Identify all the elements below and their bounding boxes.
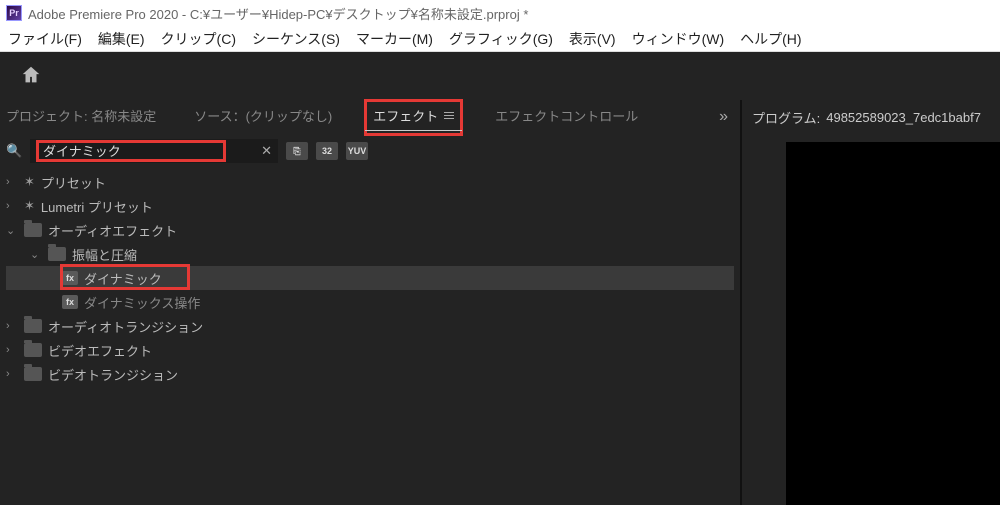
folder-icon xyxy=(24,319,42,333)
tree-lumetri-presets[interactable]: ›✶ Lumetri プリセット xyxy=(6,194,734,218)
program-panel-tab[interactable]: プログラム: 49852589023_7edc1babf7 xyxy=(742,100,1000,134)
folder-icon xyxy=(24,343,42,357)
menu-graphic[interactable]: グラフィック(G) xyxy=(449,29,553,49)
tree-video-transitions[interactable]: › ビデオトランジション xyxy=(6,362,734,386)
menu-bar: ファイル(F) 編集(E) クリップ(C) シーケンス(S) マーカー(M) グ… xyxy=(0,26,1000,52)
tree-dynamic-effect[interactable]: fx ダイナミック xyxy=(6,266,734,290)
program-monitor-canvas xyxy=(786,142,1000,505)
accelerated-filter-icon[interactable]: ⎘ xyxy=(286,142,308,160)
tab-source[interactable]: ソース：(クリップなし) xyxy=(188,102,338,133)
tree-audio-effects[interactable]: ⌄ オーディオエフェクト xyxy=(6,218,734,242)
effects-tree: ›✶ プリセット ›✶ Lumetri プリセット ⌄ オーディオエフェクト ⌄ xyxy=(0,168,740,505)
folder-icon xyxy=(24,367,42,381)
tree-amplitude-compression[interactable]: ⌄ 振幅と圧縮 xyxy=(6,242,734,266)
menu-marker[interactable]: マーカー(M) xyxy=(356,29,433,49)
effects-search-row: 🔍 ✕ ⎘ 32 YUV xyxy=(0,134,740,168)
menu-help[interactable]: ヘルプ(H) xyxy=(740,29,801,49)
tree-audio-transitions[interactable]: › オーディオトランジション xyxy=(6,314,734,338)
preset-star-icon: ✶ xyxy=(24,174,35,190)
home-icon[interactable] xyxy=(20,64,42,89)
menu-edit[interactable]: 編集(E) xyxy=(98,29,145,49)
32bit-filter-icon[interactable]: 32 xyxy=(316,142,338,160)
left-panel-tabs: プロジェクト: 名称未設定 ソース：(クリップなし) エフェクト エフェクトコン… xyxy=(0,100,740,134)
tree-dynamics-operation[interactable]: fx ダイナミックス操作 xyxy=(6,290,734,314)
app-title: Adobe Premiere Pro 2020 - C:¥ユーザー¥Hidep-… xyxy=(28,4,528,23)
app-logo-icon: Pr xyxy=(6,5,22,21)
effects-search-input-wrap[interactable]: ✕ xyxy=(30,139,278,163)
preset-star-icon: ✶ xyxy=(24,198,35,214)
effect-preset-icon: fx xyxy=(62,295,78,309)
effects-panel: 🔍 ✕ ⎘ 32 YUV ›✶ xyxy=(0,134,740,505)
folder-icon xyxy=(24,223,42,237)
search-icon: 🔍 xyxy=(6,143,22,159)
menu-clip[interactable]: クリップ(C) xyxy=(161,29,236,49)
effects-search-input[interactable] xyxy=(43,143,219,158)
workspace-bar xyxy=(0,52,1000,100)
tree-presets[interactable]: ›✶ プリセット xyxy=(6,170,734,194)
menu-window[interactable]: ウィンドウ(W) xyxy=(632,29,725,49)
tree-video-effects[interactable]: › ビデオエフェクト xyxy=(6,338,734,362)
yuv-filter-icon[interactable]: YUV xyxy=(346,142,368,160)
effects-filter-icons: ⎘ 32 YUV xyxy=(286,142,368,160)
menu-file[interactable]: ファイル(F) xyxy=(8,29,82,49)
overflow-tabs-icon[interactable]: » xyxy=(719,108,736,126)
panel-menu-icon[interactable] xyxy=(444,112,454,119)
tab-project[interactable]: プロジェクト: 名称未設定 xyxy=(0,102,162,133)
folder-icon xyxy=(48,247,66,261)
tab-effect-controls[interactable]: エフェクトコントロール xyxy=(489,102,644,133)
window-titlebar: Pr Adobe Premiere Pro 2020 - C:¥ユーザー¥Hid… xyxy=(0,0,1000,26)
menu-view[interactable]: 表示(V) xyxy=(569,29,616,49)
clear-search-icon[interactable]: ✕ xyxy=(261,143,272,159)
menu-sequence[interactable]: シーケンス(S) xyxy=(252,29,340,49)
program-monitor[interactable] xyxy=(786,142,1000,505)
effect-preset-icon: fx xyxy=(62,271,78,285)
tab-effects[interactable]: エフェクト xyxy=(364,99,463,136)
